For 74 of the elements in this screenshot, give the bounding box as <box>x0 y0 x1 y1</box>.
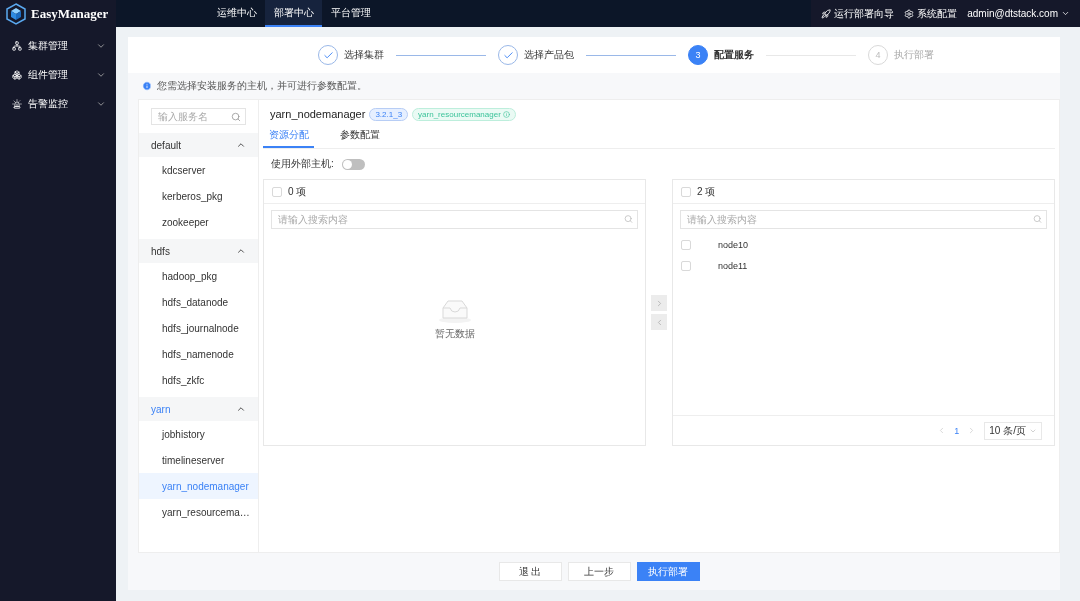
nav-tab[interactable]: 平台管理 <box>322 0 379 27</box>
service-item[interactable]: hdfs_journalnode <box>139 315 258 341</box>
service-search-field[interactable]: 输入服务名 <box>151 108 246 125</box>
service-item[interactable]: timelineserver <box>139 447 258 473</box>
step-label: 执行部署 <box>894 48 934 62</box>
dependency-tag: yarn_resourcemanager <box>412 107 516 121</box>
search-icon <box>1033 214 1042 224</box>
caret-icon <box>236 404 246 414</box>
service-item[interactable]: hadoop_pkg <box>139 263 258 289</box>
empty-tray-icon <box>437 298 472 323</box>
service-item[interactable]: jobhistory <box>139 421 258 447</box>
service-item[interactable]: zookeeper <box>139 209 258 235</box>
item-count: 2 项 <box>697 184 716 199</box>
footer-button[interactable]: 退 出 <box>498 562 562 581</box>
caret-icon <box>236 140 246 150</box>
search-field[interactable]: 请输入搜索内容 <box>271 209 638 229</box>
search-field[interactable]: 请输入搜索内容 <box>680 209 1047 229</box>
checkbox[interactable] <box>681 239 691 250</box>
wizard-link[interactable]: 运行部署向导 <box>821 6 895 21</box>
nav-tab[interactable]: 部署中心 <box>265 0 322 27</box>
footer-button[interactable]: 上一步 <box>567 562 631 581</box>
checkbox[interactable] <box>272 186 282 197</box>
info-icon <box>142 81 152 91</box>
empty-text: 暂无数据 <box>434 326 475 341</box>
tab[interactable]: 参数配置 <box>334 124 385 148</box>
step-label: 选择集群 <box>344 48 384 62</box>
toggle-switch[interactable] <box>341 158 365 170</box>
rocket-icon <box>821 8 832 19</box>
app-name: EasyManager <box>31 5 109 22</box>
switch-label: 使用外部主机: <box>271 157 334 171</box>
step-label: 配置服务 <box>714 48 754 62</box>
step-label: 选择产品包 <box>524 48 574 62</box>
service-item[interactable]: kdcserver <box>139 157 258 183</box>
alarm-icon <box>12 98 22 109</box>
step-circle: 4 <box>868 45 888 65</box>
settings-link[interactable]: 系统配置 <box>904 6 958 21</box>
sidebar-item[interactable]: 组件管理 <box>0 60 116 89</box>
group-header[interactable]: yarn <box>139 397 258 421</box>
group-header[interactable]: hdfs <box>139 239 258 263</box>
group-header[interactable]: default <box>139 133 258 157</box>
service-item[interactable]: yarn_resourcema… <box>139 499 258 525</box>
host-name: node11 <box>718 260 748 271</box>
page-size-select[interactable]: 10 条/页 <box>984 421 1042 440</box>
info-icon <box>502 110 510 118</box>
boxes-icon <box>12 69 22 80</box>
service-item[interactable]: yarn_nodemanager <box>139 473 258 499</box>
sidebar-item[interactable]: 告警监控 <box>0 89 116 118</box>
caret-icon <box>1061 9 1070 18</box>
service-item[interactable]: hdfs_zkfc <box>139 367 258 393</box>
step-circle: 3 <box>688 45 708 65</box>
settings-icon <box>904 8 915 19</box>
caret-icon <box>236 246 246 256</box>
item-count: 0 项 <box>288 184 307 199</box>
nav-tab[interactable]: 运维中心 <box>208 0 265 27</box>
notice-text: 您需选择安装服务的主机，并可进行参数配置。 <box>157 79 367 93</box>
version-tag: 3.2.1_3 <box>369 107 409 121</box>
sidebar-item[interactable]: 集群管理 <box>0 31 116 60</box>
page-number[interactable]: 1 <box>954 425 960 436</box>
checkbox[interactable] <box>681 186 691 197</box>
user-menu[interactable]: admin@dtstack.com <box>967 8 1070 19</box>
nodes-icon <box>12 40 22 51</box>
tab[interactable]: 资源分配 <box>263 124 314 148</box>
search-icon <box>231 111 241 122</box>
service-item[interactable]: hdfs_namenode <box>139 341 258 367</box>
service-item[interactable]: kerberos_pkg <box>139 183 258 209</box>
service-title: yarn_nodemanager <box>270 108 366 120</box>
cube-logo-icon <box>6 2 26 25</box>
move-left-button[interactable] <box>651 314 667 330</box>
search-icon <box>624 214 633 224</box>
checkbox[interactable] <box>681 260 691 271</box>
deploy-button[interactable]: 执行部署 <box>636 562 700 581</box>
service-item[interactable]: hdfs_datanode <box>139 289 258 315</box>
move-right-button[interactable] <box>651 295 667 311</box>
host-name: node10 <box>718 239 749 250</box>
